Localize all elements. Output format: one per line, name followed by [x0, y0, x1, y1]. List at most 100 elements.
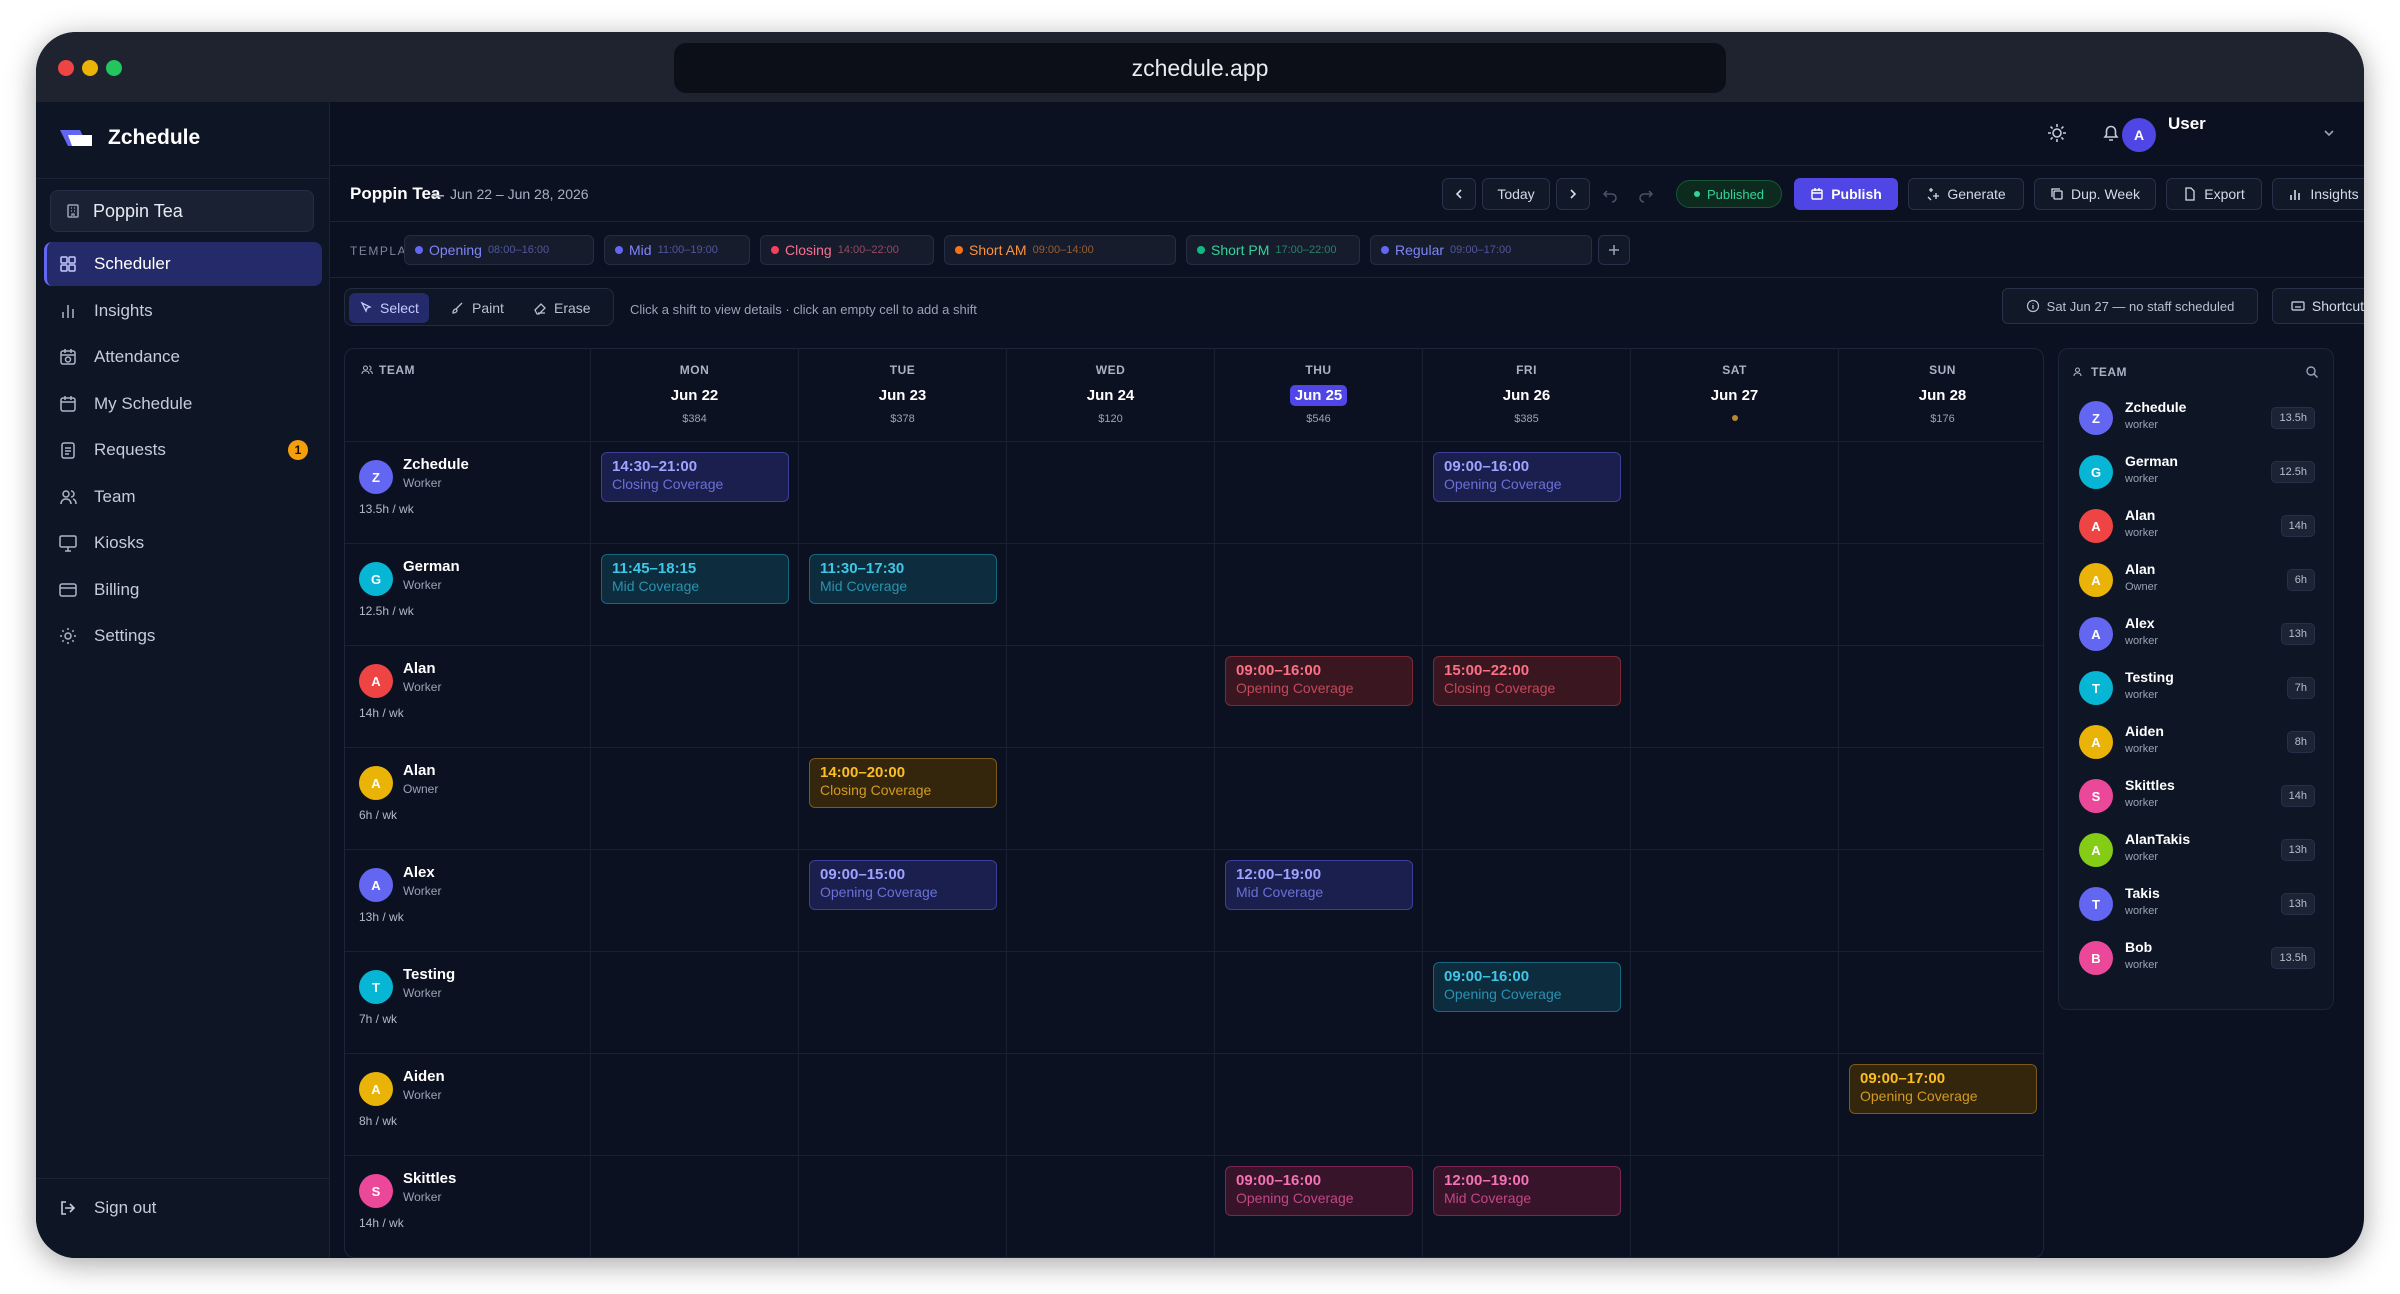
- team-member-item[interactable]: B Bob worker 13.5h: [2079, 935, 2315, 989]
- team-member-item[interactable]: A AlanTakis worker 13h: [2079, 827, 2315, 881]
- minimize-window-button[interactable]: [82, 60, 98, 76]
- day-header-mon[interactable]: MON Jun 22 $384: [591, 349, 799, 441]
- member-hours-badge: 13h: [2280, 839, 2315, 861]
- member-role: Owner: [2125, 581, 2158, 593]
- main-area: A User Poppin Tea Jun 22 – Jun 28, 2026 …: [330, 102, 2364, 1258]
- avatar: A: [359, 766, 393, 800]
- team-member-item[interactable]: A Aiden worker 8h: [2079, 719, 2315, 773]
- next-week-button[interactable]: [1556, 178, 1590, 210]
- shift-block[interactable]: 14:00–20:00 Closing Coverage: [809, 758, 997, 808]
- shift-block[interactable]: 12:00–19:00 Mid Coverage: [1225, 860, 1413, 910]
- add-template-button[interactable]: [1598, 235, 1630, 265]
- no-staff-alert[interactable]: Sat Jun 27 — no staff scheduled: [2002, 288, 2258, 324]
- template-chip-short-am[interactable]: Short AM 09:00–14:00: [944, 235, 1176, 265]
- publish-button[interactable]: Publish: [1794, 178, 1898, 210]
- day-header-wed[interactable]: WED Jun 24 $120: [1007, 349, 1215, 441]
- template-chip-closing[interactable]: Closing 14:00–22:00: [760, 235, 934, 265]
- template-chip-opening[interactable]: Opening 08:00–16:00: [404, 235, 594, 265]
- insights-button[interactable]: Insights: [2272, 178, 2364, 210]
- shift-block[interactable]: 12:00–19:00 Mid Coverage: [1433, 1166, 1621, 1216]
- template-time: 08:00–16:00: [487, 244, 550, 256]
- team-member-item[interactable]: Z Zchedule worker 13.5h: [2079, 395, 2315, 449]
- url-bar[interactable]: zchedule.app: [674, 43, 1726, 93]
- employee-weekly-hours: 8h / wk: [359, 1114, 398, 1128]
- team-member-item[interactable]: A Alan worker 14h: [2079, 503, 2315, 557]
- sidebar-item-kiosks[interactable]: Kiosks: [44, 521, 322, 565]
- shift-block[interactable]: 11:45–18:15 Mid Coverage: [601, 554, 789, 604]
- team-member-item[interactable]: A Alan Owner 6h: [2079, 557, 2315, 611]
- team-panel-title: TEAM: [2091, 365, 2127, 379]
- schedule-row: S Skittles Worker 14h / wk 09:00–16:00 O…: [345, 1155, 2043, 1257]
- erase-label: Erase: [554, 300, 591, 316]
- team-member-item[interactable]: G German worker 12.5h: [2079, 449, 2315, 503]
- day-date: Jun 28: [1918, 387, 1967, 404]
- top-header: A User: [330, 102, 2364, 166]
- sidebar-item-my-schedule[interactable]: My Schedule: [44, 382, 322, 426]
- shortcuts-button[interactable]: Shortcuts: [2272, 288, 2364, 324]
- team-column-header: TEAM: [345, 349, 591, 441]
- shift-block[interactable]: 09:00–16:00 Opening Coverage: [1225, 1166, 1413, 1216]
- day-header-fri[interactable]: FRI Jun 26 $385: [1423, 349, 1631, 441]
- chevron-down-icon[interactable]: [2322, 126, 2336, 140]
- shift-block[interactable]: 15:00–22:00 Closing Coverage: [1433, 656, 1621, 706]
- paint-mode-button[interactable]: Paint: [441, 293, 514, 323]
- shift-block[interactable]: 09:00–17:00 Opening Coverage: [1849, 1064, 2037, 1114]
- sidebar-item-team[interactable]: Team: [44, 475, 322, 519]
- shift-block[interactable]: 14:30–21:00 Closing Coverage: [601, 452, 789, 502]
- sidebar-item-scheduler[interactable]: Scheduler: [44, 242, 322, 286]
- avatar: G: [2079, 455, 2113, 489]
- redo-icon[interactable]: [1638, 187, 1654, 203]
- sidebar-item-attendance[interactable]: Attendance: [44, 335, 322, 379]
- org-switcher[interactable]: Poppin Tea: [50, 190, 314, 232]
- generate-button[interactable]: Generate: [1908, 178, 2024, 210]
- org-name: Poppin Tea: [93, 200, 183, 221]
- day-header-sat[interactable]: SAT Jun 27: [1631, 349, 1839, 441]
- team-member-item[interactable]: T Takis worker 13h: [2079, 881, 2315, 935]
- logo-icon: [60, 130, 92, 146]
- export-button[interactable]: Export: [2166, 178, 2262, 210]
- undo-icon[interactable]: [1602, 187, 1618, 203]
- shift-time: 15:00–22:00: [1444, 662, 1530, 679]
- search-icon[interactable]: [2305, 365, 2319, 379]
- member-name: Takis: [2125, 885, 2160, 901]
- theme-toggle-icon[interactable]: [2046, 122, 2068, 144]
- sparkles-icon: [1927, 188, 1940, 201]
- template-chip-mid[interactable]: Mid 11:00–19:00: [604, 235, 750, 265]
- sign-out-button[interactable]: Sign out: [58, 1198, 156, 1218]
- shift-block[interactable]: 09:00–15:00 Opening Coverage: [809, 860, 997, 910]
- today-button[interactable]: Today: [1482, 178, 1550, 210]
- avatar: T: [2079, 887, 2113, 921]
- template-chip-short-pm[interactable]: Short PM 17:00–22:00: [1186, 235, 1360, 265]
- bar-chart-icon: [2290, 190, 2301, 200]
- prev-week-button[interactable]: [1442, 178, 1476, 210]
- shift-block[interactable]: 09:00–16:00 Opening Coverage: [1433, 452, 1621, 502]
- member-name: Bob: [2125, 939, 2153, 955]
- erase-mode-button[interactable]: Erase: [523, 293, 601, 323]
- duplicate-week-button[interactable]: Dup. Week: [2034, 178, 2156, 210]
- maximize-window-button[interactable]: [106, 60, 122, 76]
- team-member-item[interactable]: A Alex worker 13h: [2079, 611, 2315, 665]
- avatar: T: [359, 970, 393, 1004]
- shift-block[interactable]: 11:30–17:30 Mid Coverage: [809, 554, 997, 604]
- brand[interactable]: Zchedule: [58, 126, 200, 150]
- sidebar-item-billing[interactable]: Billing: [44, 568, 322, 612]
- shift-block[interactable]: 09:00–16:00 Opening Coverage: [1225, 656, 1413, 706]
- member-hours-badge: 14h: [2280, 515, 2315, 537]
- user-avatar[interactable]: A: [2122, 118, 2156, 152]
- day-header-tue[interactable]: TUE Jun 23 $378: [799, 349, 1007, 441]
- template-chip-regular[interactable]: Regular 09:00–17:00: [1370, 235, 1592, 265]
- team-member-item[interactable]: T Testing worker 7h: [2079, 665, 2315, 719]
- sidebar-item-settings[interactable]: Settings: [44, 614, 322, 658]
- sidebar-item-requests[interactable]: Requests 1: [44, 428, 322, 472]
- day-header-thu[interactable]: THU Jun 25 $546: [1215, 349, 1423, 441]
- bell-icon[interactable]: [2100, 122, 2122, 144]
- day-header-sun[interactable]: SUN Jun 28 $176: [1839, 349, 2043, 441]
- day-of-week: WED: [1095, 363, 1126, 377]
- shift-block[interactable]: 09:00–16:00 Opening Coverage: [1433, 962, 1621, 1012]
- team-member-item[interactable]: S Skittles worker 14h: [2079, 773, 2315, 827]
- sidebar-item-insights[interactable]: Insights: [44, 289, 322, 333]
- select-mode-button[interactable]: Select: [349, 293, 429, 323]
- user-name[interactable]: User: [2168, 114, 2206, 134]
- close-window-button[interactable]: [58, 60, 74, 76]
- status-dot: [1693, 191, 1700, 197]
